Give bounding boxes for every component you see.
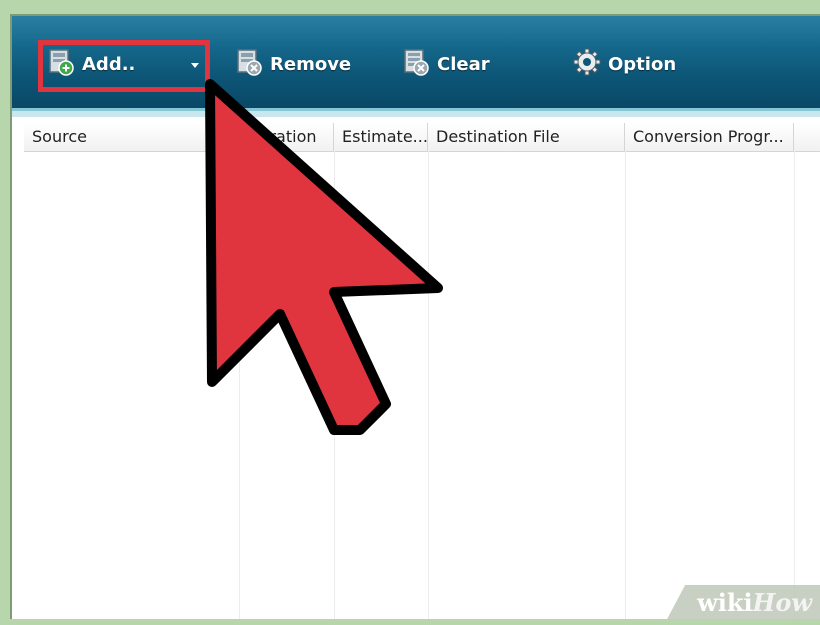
clear-button[interactable]: Clear xyxy=(401,46,490,82)
clear-button-label: Clear xyxy=(437,53,490,75)
remove-button[interactable]: Remove xyxy=(234,46,351,82)
column-divider xyxy=(794,151,795,619)
watermark-how: How xyxy=(752,587,812,617)
column-divider xyxy=(334,151,335,619)
app-window: Add.. Remove Clear Option Source Duratio… xyxy=(10,14,820,619)
column-header-duration[interactable]: Duration xyxy=(239,123,334,151)
file-list-table: Source Duration Estimate... Destination … xyxy=(24,123,820,619)
column-divider xyxy=(625,151,626,619)
column-header-conversion-progress[interactable]: Conversion Progr... xyxy=(625,123,794,151)
column-header-destination-file[interactable]: Destination File xyxy=(428,123,625,151)
toolbar: Add.. Remove Clear Option xyxy=(12,16,820,117)
highlight-box xyxy=(38,40,210,92)
clear-list-icon xyxy=(401,47,431,82)
table-header: Source Duration Estimate... Destination … xyxy=(24,123,820,152)
column-divider xyxy=(239,151,240,619)
column-divider xyxy=(428,151,429,619)
column-header-source[interactable]: Source xyxy=(24,123,239,151)
option-button-label: Option xyxy=(608,53,677,75)
remove-button-label: Remove xyxy=(270,53,352,75)
column-header-estimate[interactable]: Estimate... xyxy=(334,123,428,151)
column-header-spare xyxy=(794,123,820,151)
wikihow-watermark: wiki How xyxy=(667,585,820,619)
watermark-wiki: wiki xyxy=(697,587,753,617)
remove-file-icon xyxy=(234,47,264,82)
option-button[interactable]: Option xyxy=(572,46,676,82)
gear-icon xyxy=(572,47,602,82)
